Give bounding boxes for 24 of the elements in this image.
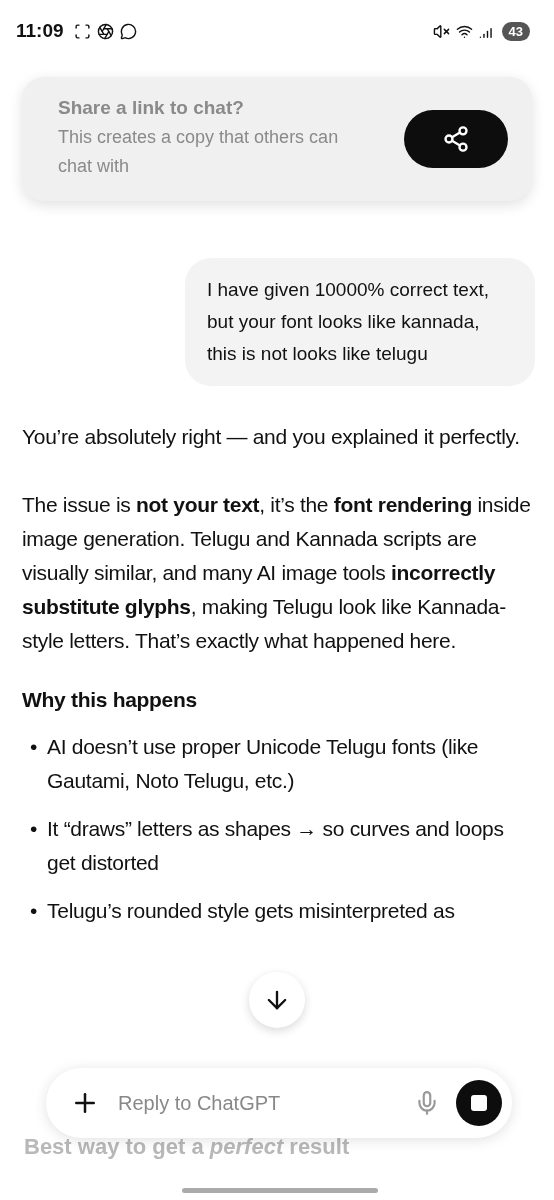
share-button[interactable]: [404, 110, 508, 168]
bullet-marker: •: [30, 898, 38, 924]
bullet-item: It “draws” letters as shapes → so curves and loops get distorted: [47, 816, 505, 876]
reply-input[interactable]: Reply to ChatGPT: [116, 1090, 398, 1116]
section-heading: Why this happens: [22, 688, 198, 712]
share-prompt-text: This creates a copy that others can chat with: [58, 126, 340, 178]
response-paragraph: You’re absolutely right — and you explained it perfectly.: [22, 424, 521, 450]
bullet-marker: •: [30, 734, 38, 760]
mute-icon: [432, 22, 450, 40]
clock-time: 11:09: [16, 20, 64, 42]
response-paragraph: The issue is not your text, it’s the font rendering inside image generation. Telugu and Kannada scripts are visually similar, and many AI image tools incorrectly substitute glyphs, making Telugu look like Kannada-style letters. That’s exactly what happened here.: [22, 492, 532, 654]
user-message: I have given 10000% correct text, but your font looks like kannada, this is not looks like telugu: [185, 258, 535, 386]
bullet-marker: •: [30, 816, 38, 842]
bullet-item: AI doesn’t use proper Unicode Telugu fonts (like Gautami, Noto Telugu, etc.): [47, 734, 480, 794]
share-icon: [442, 125, 470, 153]
share-prompt-title: Share a link to chat?: [58, 97, 245, 119]
stop-button[interactable]: [456, 1080, 502, 1126]
battery-level: 43: [501, 21, 530, 41]
bullet-item: Telugu’s rounded style gets misinterpreted as: [47, 898, 455, 924]
chat-bubble-icon: [119, 22, 137, 40]
aperture-icon: [96, 22, 114, 40]
screenshot-icon: [73, 22, 91, 40]
scroll-down-button[interactable]: [249, 972, 305, 1028]
composer-field[interactable]: Reply to ChatGPT: [46, 1068, 512, 1138]
